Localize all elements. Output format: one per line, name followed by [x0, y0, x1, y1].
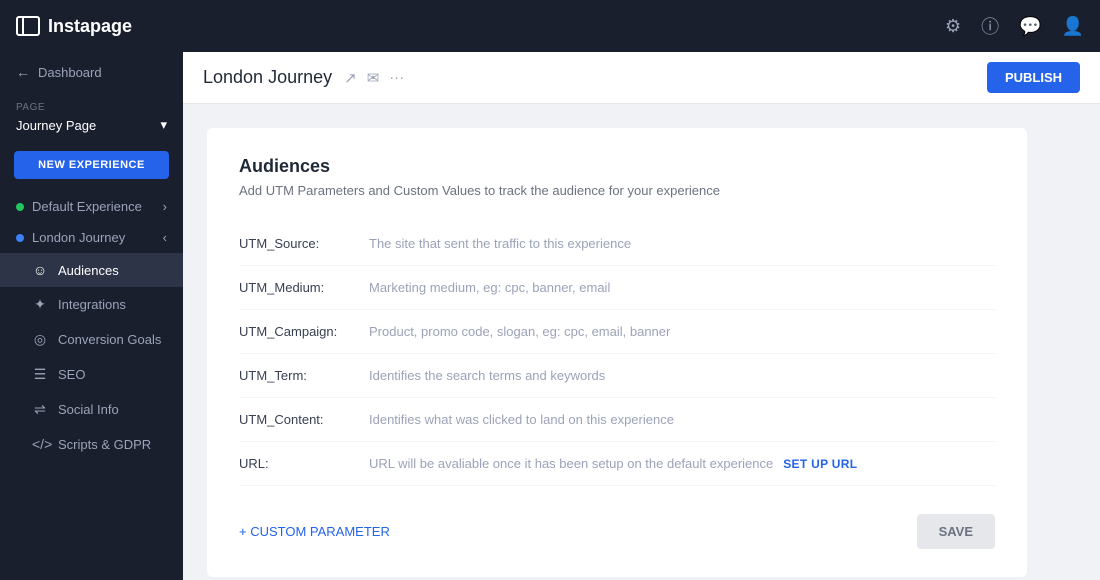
seo-label: SEO	[58, 367, 85, 382]
card-footer: + CUSTOM PARAMETER SAVE	[239, 506, 995, 549]
scripts-icon: </>	[32, 436, 48, 452]
page-name: Journey Page	[16, 118, 96, 133]
custom-parameter-button[interactable]: + CUSTOM PARAMETER	[239, 524, 390, 539]
chevron-right-icon: ›	[163, 199, 167, 214]
save-button[interactable]: SAVE	[917, 514, 995, 549]
sidebar-item-conversion-goals[interactable]: ◎ Conversion Goals	[0, 322, 183, 357]
utm-term-row: UTM_Term: Identifies the search terms an…	[239, 354, 995, 398]
utm-source-value: The site that sent the traffic to this e…	[369, 236, 995, 251]
utm-content-row: UTM_Content: Identifies what was clicked…	[239, 398, 995, 442]
status-dot-blue	[16, 234, 24, 242]
url-placeholder-text: URL will be avaliable once it has been s…	[369, 456, 773, 471]
chat-icon[interactable]: 💬	[1019, 16, 1041, 37]
dashboard-label: Dashboard	[38, 65, 102, 80]
integrations-label: Integrations	[58, 297, 126, 312]
utm-medium-value: Marketing medium, eg: cpc, banner, email	[369, 280, 995, 295]
utm-term-label: UTM_Term:	[239, 368, 369, 383]
journey-title: London Journey	[203, 67, 332, 88]
info-icon[interactable]: ⓘ	[981, 13, 999, 39]
main-content: Audiences Add UTM Parameters and Custom …	[183, 104, 1100, 580]
page-section: Page Journey Page ▾	[0, 92, 183, 139]
social-info-label: Social Info	[58, 402, 119, 417]
page-label: Page	[16, 102, 167, 113]
sidebar: ← Dashboard Page Journey Page ▾ NEW EXPE…	[0, 52, 183, 580]
audiences-card: Audiences Add UTM Parameters and Custom …	[207, 128, 1027, 577]
chevron-up-icon: ‹	[163, 230, 167, 245]
publish-button[interactable]: PUBLISH	[987, 62, 1080, 93]
more-icon[interactable]: ···	[389, 69, 404, 86]
new-experience-button[interactable]: NEW EXPERIENCE	[14, 151, 169, 179]
chevron-down-icon: ▾	[160, 117, 167, 133]
utm-campaign-label: UTM_Campaign:	[239, 324, 369, 339]
default-experience-label: Default Experience	[32, 199, 142, 214]
utm-content-value: Identifies what was clicked to land on t…	[369, 412, 995, 427]
main-layout: ← Dashboard Page Journey Page ▾ NEW EXPE…	[0, 52, 1100, 580]
top-nav-icons: ⚙ ⓘ 💬 👤	[945, 13, 1084, 39]
app-name: Instapage	[48, 16, 132, 37]
status-dot-green	[16, 203, 24, 211]
back-arrow-icon: ←	[16, 64, 30, 80]
dashboard-link[interactable]: ← Dashboard	[0, 52, 183, 92]
url-value: URL will be avaliable once it has been s…	[369, 456, 995, 471]
sidebar-experience-london[interactable]: London Journey ‹	[0, 222, 183, 253]
sidebar-experience-default[interactable]: Default Experience ›	[0, 191, 183, 222]
content-header: London Journey ↗ ✉ ··· PUBLISH	[183, 52, 1100, 104]
email-icon[interactable]: ✉	[367, 69, 380, 87]
goals-icon: ◎	[32, 331, 48, 348]
london-journey-label: London Journey	[32, 230, 125, 245]
utm-campaign-row: UTM_Campaign: Product, promo code, sloga…	[239, 310, 995, 354]
utm-medium-row: UTM_Medium: Marketing medium, eg: cpc, b…	[239, 266, 995, 310]
page-selector[interactable]: Journey Page ▾	[16, 117, 167, 133]
integrations-icon: ✦	[32, 296, 48, 313]
utm-medium-label: UTM_Medium:	[239, 280, 369, 295]
gear-icon[interactable]: ⚙	[945, 16, 961, 37]
url-label: URL:	[239, 456, 369, 471]
sidebar-item-seo[interactable]: ☰ SEO	[0, 357, 183, 392]
scripts-gdpr-label: Scripts & GDPR	[58, 437, 151, 452]
audience-icon: ☺	[32, 262, 48, 278]
utm-source-row: UTM_Source: The site that sent the traff…	[239, 222, 995, 266]
audiences-label: Audiences	[58, 263, 119, 278]
social-icon: ⇌	[32, 401, 48, 418]
sidebar-item-integrations[interactable]: ✦ Integrations	[0, 287, 183, 322]
sidebar-nav-items: ☺ Audiences ✦ Integrations ◎ Conversion …	[0, 253, 183, 461]
header-icons: ↗ ✉ ···	[344, 69, 404, 87]
setup-url-link[interactable]: SET UP URL	[783, 457, 857, 471]
card-title: Audiences	[239, 156, 995, 177]
card-subtitle: Add UTM Parameters and Custom Values to …	[239, 183, 995, 198]
sidebar-item-audiences[interactable]: ☺ Audiences	[0, 253, 183, 287]
user-icon[interactable]: 👤	[1062, 16, 1084, 37]
top-nav: Instapage ⚙ ⓘ 💬 👤	[0, 0, 1100, 52]
sidebar-item-social-info[interactable]: ⇌ Social Info	[0, 392, 183, 427]
sidebar-item-scripts-gdpr[interactable]: </> Scripts & GDPR	[0, 427, 183, 461]
seo-icon: ☰	[32, 366, 48, 383]
logo-icon	[16, 16, 40, 36]
utm-term-value: Identifies the search terms and keywords	[369, 368, 995, 383]
conversion-goals-label: Conversion Goals	[58, 332, 161, 347]
utm-source-label: UTM_Source:	[239, 236, 369, 251]
logo: Instapage	[16, 16, 132, 37]
analytics-icon[interactable]: ↗	[344, 69, 357, 87]
content-area: London Journey ↗ ✉ ··· PUBLISH Audiences…	[183, 52, 1100, 580]
url-row: URL: URL will be avaliable once it has b…	[239, 442, 995, 486]
utm-campaign-value: Product, promo code, slogan, eg: cpc, em…	[369, 324, 995, 339]
header-left: London Journey ↗ ✉ ···	[203, 67, 404, 88]
utm-content-label: UTM_Content:	[239, 412, 369, 427]
